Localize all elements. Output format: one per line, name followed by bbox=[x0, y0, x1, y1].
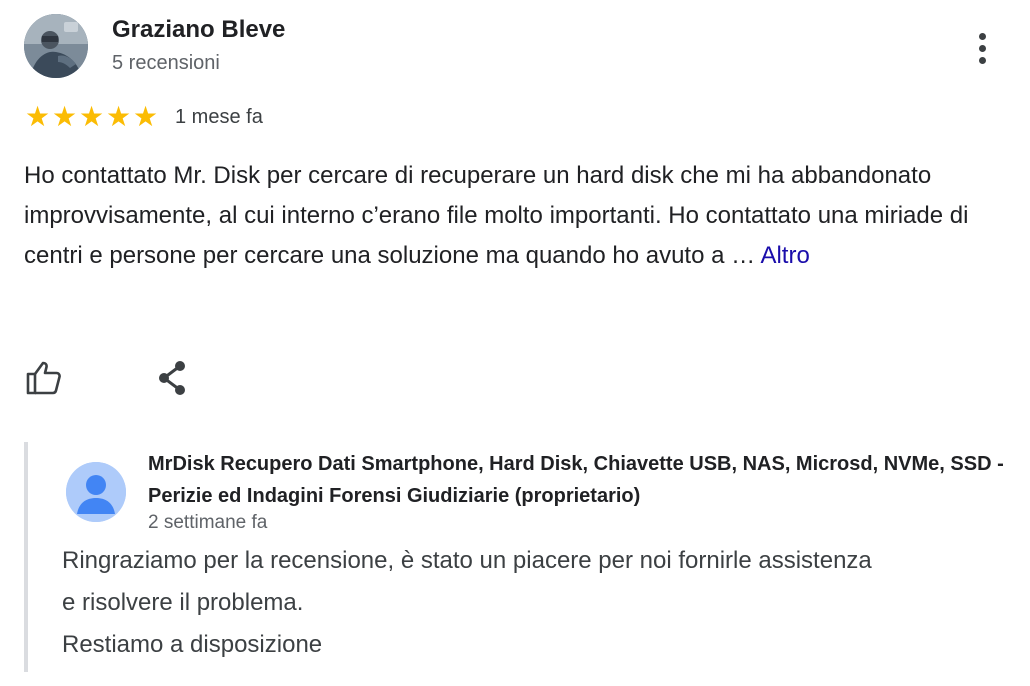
review-date: 1 mese fa bbox=[175, 105, 263, 128]
review-body: Ho contattato Mr. Disk per cercare di re… bbox=[24, 162, 969, 269]
reply-line: Ringraziamo per la recensione, è stato u… bbox=[62, 547, 872, 574]
owner-avatar[interactable] bbox=[66, 462, 126, 522]
star-icon: ★ bbox=[78, 100, 105, 133]
share-icon bbox=[159, 361, 185, 395]
more-vert-icon-dot bbox=[978, 44, 986, 52]
star-icon: ★ bbox=[24, 100, 51, 133]
reply-text: Ringraziamo per la recensione, è stato u… bbox=[62, 540, 1022, 666]
reviewer-name[interactable]: Graziano Bleve bbox=[112, 16, 285, 44]
more-vert-icon bbox=[978, 32, 986, 40]
more-options-button[interactable] bbox=[966, 26, 998, 70]
review-text: Ho contattato Mr. Disk per cercare di re… bbox=[24, 156, 1004, 276]
review-actions bbox=[24, 356, 194, 400]
star-rating: ★ ★ ★ ★ ★ bbox=[24, 103, 159, 131]
star-icon: ★ bbox=[51, 100, 78, 133]
user-photo-icon bbox=[24, 14, 88, 78]
default-profile-icon bbox=[66, 462, 126, 522]
like-button[interactable] bbox=[22, 356, 66, 400]
reply-line: e risolvere il problema. bbox=[62, 589, 304, 616]
rating-row: ★ ★ ★ ★ ★ 1 mese fa bbox=[24, 102, 263, 132]
reply-date: 2 settimane fa bbox=[148, 512, 268, 533]
star-icon: ★ bbox=[105, 100, 132, 133]
read-more-link[interactable]: Altro bbox=[760, 242, 809, 269]
owner-reply: MrDisk Recupero Dati Smartphone, Hard Di… bbox=[24, 442, 1018, 672]
reviewer-avatar[interactable] bbox=[24, 14, 88, 78]
star-icon: ★ bbox=[132, 100, 159, 133]
more-vert-icon-dot bbox=[978, 56, 986, 64]
reviewer-review-count[interactable]: 5 recensioni bbox=[112, 52, 220, 75]
thumb-up-icon bbox=[26, 361, 61, 395]
reply-line: Restiamo a disposizione bbox=[62, 631, 323, 658]
owner-name[interactable]: MrDisk Recupero Dati Smartphone, Hard Di… bbox=[148, 448, 1018, 512]
share-button[interactable] bbox=[150, 356, 194, 400]
